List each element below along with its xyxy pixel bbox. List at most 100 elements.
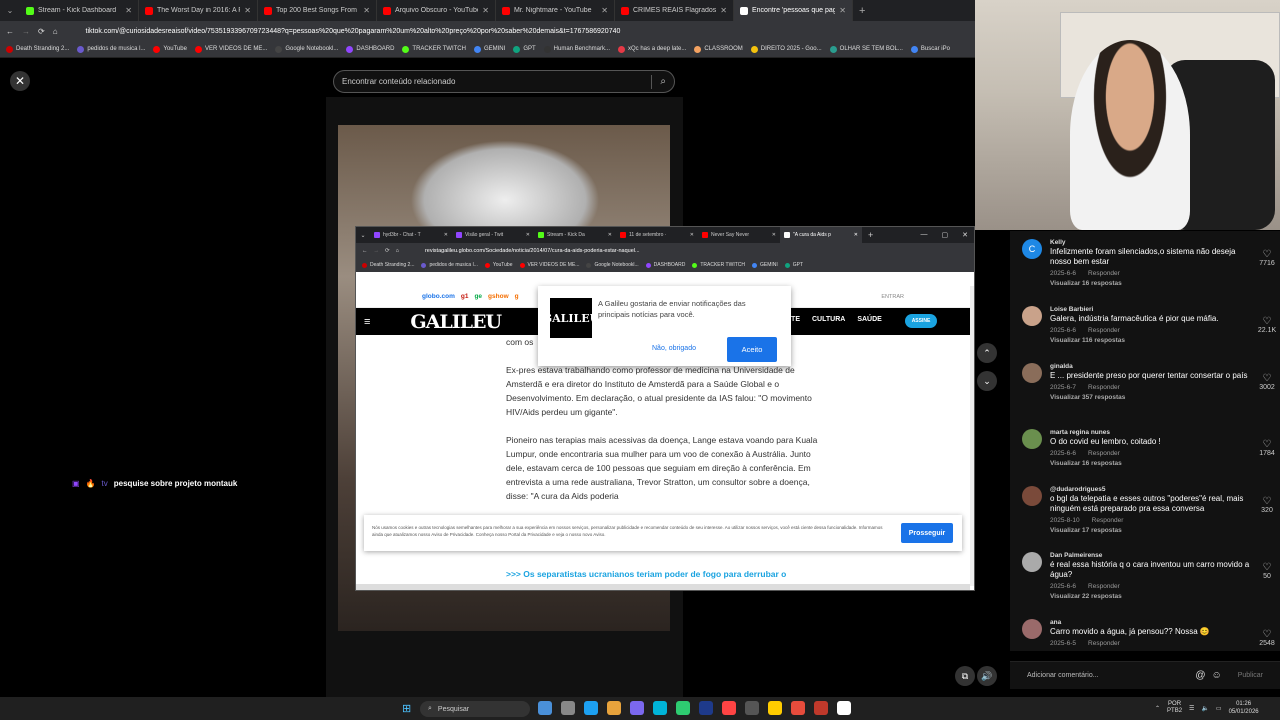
accept-button[interactable]: Aceito: [727, 337, 777, 362]
taskbar-app-icon[interactable]: [561, 701, 575, 715]
bookmark-item[interactable]: VER VIDEOS DE ME...: [519, 262, 579, 268]
tiktok-search-input[interactable]: Encontrar conteúdo relacionado ⌕: [333, 70, 675, 93]
outer-tab[interactable]: Stream - Kick Dashboard ✕: [20, 0, 139, 21]
next-video-button[interactable]: ⌄: [977, 371, 997, 391]
network-icon[interactable]: ☰: [1189, 705, 1194, 712]
close-icon[interactable]: ✕: [962, 231, 968, 239]
reply-button[interactable]: Responder: [1088, 450, 1120, 457]
outer-tab[interactable]: Mr. Nightmare - YouTube ✕: [496, 0, 615, 21]
mention-icon[interactable]: @: [1195, 670, 1205, 681]
bookmark-item[interactable]: Google Notebookl...: [275, 45, 338, 53]
bookmark-item[interactable]: Death Stranding 2...: [6, 45, 69, 53]
vertical-scrollbar[interactable]: [970, 286, 974, 586]
avatar[interactable]: [1022, 552, 1042, 572]
minimize-icon[interactable]: —: [921, 231, 928, 239]
nav-item[interactable]: CULTURA: [812, 316, 845, 323]
menu-icon[interactable]: ≡: [364, 316, 370, 328]
add-comment-input[interactable]: Adicionar comentário... @ ☺ Publicar: [1010, 661, 1280, 689]
bookmark-item[interactable]: TRACKER TWITCH: [402, 45, 466, 53]
avatar[interactable]: [1022, 306, 1042, 326]
bookmark-item[interactable]: TRACKER TWITCH: [692, 262, 745, 268]
reply-button[interactable]: Responder: [1088, 270, 1120, 277]
comment-author[interactable]: marta regina nunes: [1050, 429, 1250, 436]
bookmark-item[interactable]: VER VIDEOS DE ME...: [194, 45, 267, 53]
like-button[interactable]: ♡ 1784: [1254, 439, 1280, 457]
view-replies-button[interactable]: Visualizar 17 respostas: [1050, 527, 1250, 534]
close-tab-icon[interactable]: ✕: [482, 6, 489, 15]
taskbar-app-icon[interactable]: [676, 701, 690, 715]
taskbar-search[interactable]: ⌕ Pesquisar: [420, 701, 530, 717]
bookmark-item[interactable]: GPT: [513, 45, 536, 53]
bookmark-item[interactable]: CLASSROOM: [694, 45, 743, 53]
outer-url[interactable]: tiktok.com/@curiosidadesreaisof/video/75…: [86, 28, 621, 35]
outer-tab[interactable]: Arquivo Obscuro - YouTube ✕: [377, 0, 496, 21]
close-tab-icon[interactable]: ✕: [244, 6, 251, 15]
outer-tab[interactable]: CRIMES REAIS Flagrados Pelo C✕: [615, 0, 734, 21]
prosseguir-button[interactable]: Prosseguir: [901, 523, 953, 543]
language-indicator[interactable]: POR PTB2: [1167, 701, 1182, 715]
bookmark-item[interactable]: DIREITO 2025 - Goo...: [750, 45, 822, 53]
bookmark-item[interactable]: YouTube: [153, 45, 187, 53]
tab-list-icon[interactable]: ⌄: [0, 6, 20, 15]
taskbar-app-icon[interactable]: [768, 701, 782, 715]
close-icon[interactable]: ✕: [10, 71, 30, 91]
horizontal-scrollbar[interactable]: [356, 584, 970, 590]
close-tab-icon[interactable]: ✕: [772, 232, 776, 238]
reply-button[interactable]: Responder: [1088, 384, 1120, 391]
inner-tab[interactable]: Never Say Never ✕: [698, 227, 780, 243]
assine-button[interactable]: ASSINE: [905, 314, 937, 328]
taskbar-app-icon[interactable]: [630, 701, 644, 715]
tab-list-icon[interactable]: ⌄: [356, 232, 370, 239]
view-replies-button[interactable]: Visualizar 116 respostas: [1050, 337, 1250, 344]
home-icon[interactable]: ⌂: [53, 27, 58, 36]
bookmark-item[interactable]: Death Stranding 2...: [362, 262, 414, 268]
close-tab-icon[interactable]: ✕: [854, 232, 858, 238]
forward-icon[interactable]: →: [374, 248, 380, 254]
view-replies-button[interactable]: Visualizar 16 respostas: [1050, 460, 1250, 467]
inner-tab[interactable]: "A cura da Aids p ✕: [780, 227, 862, 243]
taskbar-app-icon[interactable]: [791, 701, 805, 715]
taskbar-app-icon[interactable]: [699, 701, 713, 715]
taskbar-app-icon[interactable]: [745, 701, 759, 715]
close-tab-icon[interactable]: ✕: [526, 232, 530, 238]
reply-button[interactable]: Responder: [1088, 327, 1120, 334]
previous-video-button[interactable]: ⌃: [977, 343, 997, 363]
comment-author[interactable]: @dudarodrigues5: [1050, 486, 1250, 493]
avatar[interactable]: [1022, 429, 1042, 449]
reply-button[interactable]: Responder: [1092, 517, 1124, 524]
speaker-icon[interactable]: 🔈: [1201, 705, 1208, 712]
reply-button[interactable]: Responder: [1088, 583, 1120, 590]
close-tab-icon[interactable]: ✕: [125, 6, 132, 15]
like-button[interactable]: ♡ 3002: [1254, 373, 1280, 391]
reload-icon[interactable]: ⟳: [385, 248, 390, 254]
reply-button[interactable]: Responder: [1088, 640, 1120, 647]
back-icon[interactable]: ←: [362, 248, 368, 254]
new-tab-button[interactable]: +: [859, 5, 865, 17]
close-tab-icon[interactable]: ✕: [444, 232, 448, 238]
comment-author[interactable]: Dan Palmeirense: [1050, 552, 1250, 559]
close-tab-icon[interactable]: ✕: [720, 6, 727, 15]
close-tab-icon[interactable]: ✕: [601, 6, 608, 15]
close-tab-icon[interactable]: ✕: [608, 232, 612, 238]
comment-author[interactable]: Loise Barbieri: [1050, 306, 1250, 313]
chevron-up-icon[interactable]: ⌃: [1155, 705, 1160, 712]
avatar[interactable]: C: [1022, 239, 1042, 259]
close-tab-icon[interactable]: ✕: [839, 6, 846, 15]
new-tab-button[interactable]: +: [868, 230, 873, 240]
like-button[interactable]: ♡ 2548: [1254, 629, 1280, 647]
like-button[interactable]: ♡ 320: [1254, 496, 1280, 514]
battery-icon[interactable]: ▭: [1216, 705, 1222, 712]
bookmark-item[interactable]: pedidos de musica l...: [77, 45, 145, 53]
bookmark-item[interactable]: DASHBOARD: [346, 45, 394, 53]
back-icon[interactable]: ←: [6, 27, 14, 36]
inner-tab[interactable]: 11 de setembro · ✕: [616, 227, 698, 243]
outer-tab[interactable]: Encontre 'pessoas que pagaram ✕: [734, 0, 853, 21]
inner-tab[interactable]: Visão geral - Twit ✕: [452, 227, 534, 243]
comment-author[interactable]: Kelly: [1050, 239, 1250, 246]
taskbar-app-icon[interactable]: [607, 701, 621, 715]
inner-tab[interactable]: Stream - Kick Da ✕: [534, 227, 616, 243]
like-button[interactable]: ♡ 50: [1254, 562, 1280, 580]
picture-in-picture-icon[interactable]: ⧉: [955, 666, 975, 686]
maximize-icon[interactable]: ▢: [942, 231, 949, 239]
bookmark-item[interactable]: YouTube: [484, 262, 513, 268]
